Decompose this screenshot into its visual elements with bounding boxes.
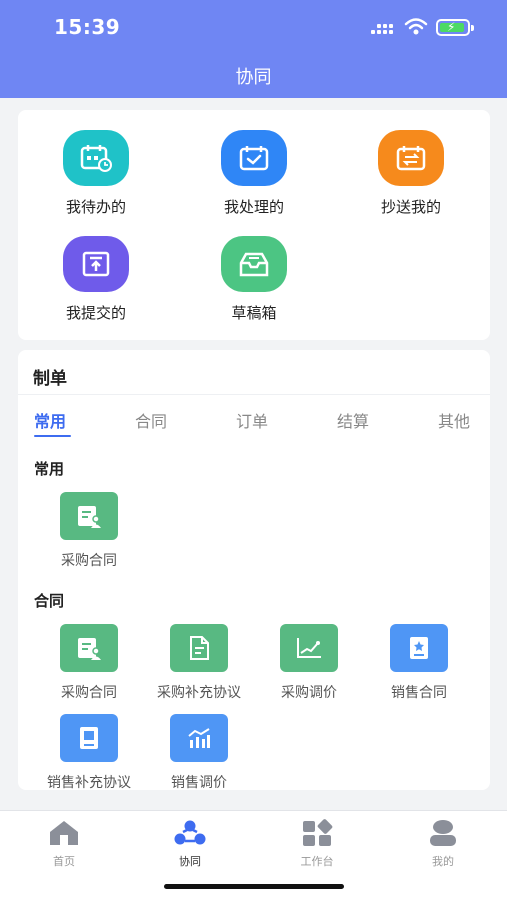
form-item-label: 采购合同 xyxy=(61,553,117,569)
form-item-label: 销售合同 xyxy=(391,685,447,701)
form-item-label: 采购调价 xyxy=(281,685,337,701)
quick-actions-card: 我待办的 我处理的 抄送我的 我提交的 草稿箱 xyxy=(18,110,490,340)
app-header: 15:39 ⚡ 协同 xyxy=(0,0,507,98)
form-item-label: 采购合同 xyxy=(61,685,117,701)
upload-icon xyxy=(63,236,129,292)
group-title-contract: 合同 xyxy=(34,592,65,610)
home-icon xyxy=(50,821,78,845)
calendar-check-icon xyxy=(221,130,287,186)
tabbar-label: 工作台 xyxy=(300,855,334,868)
quick-action-label: 我提交的 xyxy=(65,304,126,322)
active-tab-indicator xyxy=(34,435,71,437)
inbox-icon xyxy=(221,236,287,292)
group-title-common: 常用 xyxy=(34,460,65,478)
quick-action-label: 抄送我的 xyxy=(380,198,441,216)
form-section-card: 制单 常用 合同 订单 结算 其他 常用 采购合同 合同 采购合同 采购补充协议… xyxy=(18,350,490,790)
form-item-sales-supplement[interactable]: 销售补充协议 xyxy=(34,714,144,790)
tabbar-item-workbench[interactable]: 工作台 xyxy=(277,819,357,869)
wifi-icon xyxy=(404,18,428,35)
tabbar-label: 协同 xyxy=(179,855,201,868)
sales-contract-icon xyxy=(390,624,448,672)
tab-common[interactable]: 常用 xyxy=(34,408,66,432)
quick-action-drafts[interactable]: 草稿箱 xyxy=(189,236,319,323)
book-icon xyxy=(60,714,118,762)
cellular-signal-icon xyxy=(371,21,395,35)
document-icon xyxy=(170,624,228,672)
form-item-purchase-contract[interactable]: 采购合同 xyxy=(34,492,144,570)
battery-icon: ⚡ xyxy=(436,19,474,36)
tabbar-item-home[interactable]: 首页 xyxy=(24,819,104,869)
tab-order[interactable]: 订单 xyxy=(236,408,268,432)
tab-contract[interactable]: 合同 xyxy=(135,408,167,432)
form-item-sales-price-adjust[interactable]: 销售调价 xyxy=(144,714,254,790)
tab-settlement[interactable]: 结算 xyxy=(337,408,369,432)
form-item-sales-contract[interactable]: 销售合同 xyxy=(364,624,474,702)
calendar-clock-icon xyxy=(63,130,129,186)
form-item-purchase-supplement[interactable]: 采购补充协议 xyxy=(144,624,254,702)
status-time: 15:39 xyxy=(54,15,121,39)
quick-action-label: 草稿箱 xyxy=(231,304,277,322)
quick-action-label: 我处理的 xyxy=(223,198,284,216)
quick-action-cc[interactable]: 抄送我的 xyxy=(346,130,476,217)
tabbar-item-collab[interactable]: 协同 xyxy=(150,819,230,869)
quick-action-label: 我待办的 xyxy=(65,198,126,216)
form-item-purchase-price-adjust[interactable]: 采购调价 xyxy=(254,624,364,702)
home-indicator[interactable] xyxy=(164,884,344,889)
price-chart-icon xyxy=(280,624,338,672)
tabbar-label: 我的 xyxy=(432,855,454,868)
forward-icon xyxy=(378,130,444,186)
divider xyxy=(18,394,490,395)
section-title: 制单 xyxy=(33,369,67,389)
tabbar-label: 首页 xyxy=(53,855,75,868)
quick-action-submitted[interactable]: 我提交的 xyxy=(31,236,161,323)
collaboration-icon xyxy=(174,820,206,845)
tab-other[interactable]: 其他 xyxy=(438,408,470,432)
bar-chart-icon xyxy=(170,714,228,762)
contract-person-icon xyxy=(60,624,118,672)
contract-person-icon xyxy=(60,492,118,540)
tabbar-item-mine[interactable]: 我的 xyxy=(403,819,483,869)
form-item-label: 销售补充协议 xyxy=(47,775,131,790)
form-item-label: 采购补充协议 xyxy=(157,685,241,701)
quick-action-processed[interactable]: 我处理的 xyxy=(189,130,319,217)
form-item-label: 销售调价 xyxy=(171,775,227,790)
form-item-purchase-contract[interactable]: 采购合同 xyxy=(34,624,144,702)
quick-action-todo[interactable]: 我待办的 xyxy=(31,130,161,217)
user-icon xyxy=(430,820,456,846)
page-title: 协同 xyxy=(235,67,272,88)
workbench-icon xyxy=(303,819,333,846)
